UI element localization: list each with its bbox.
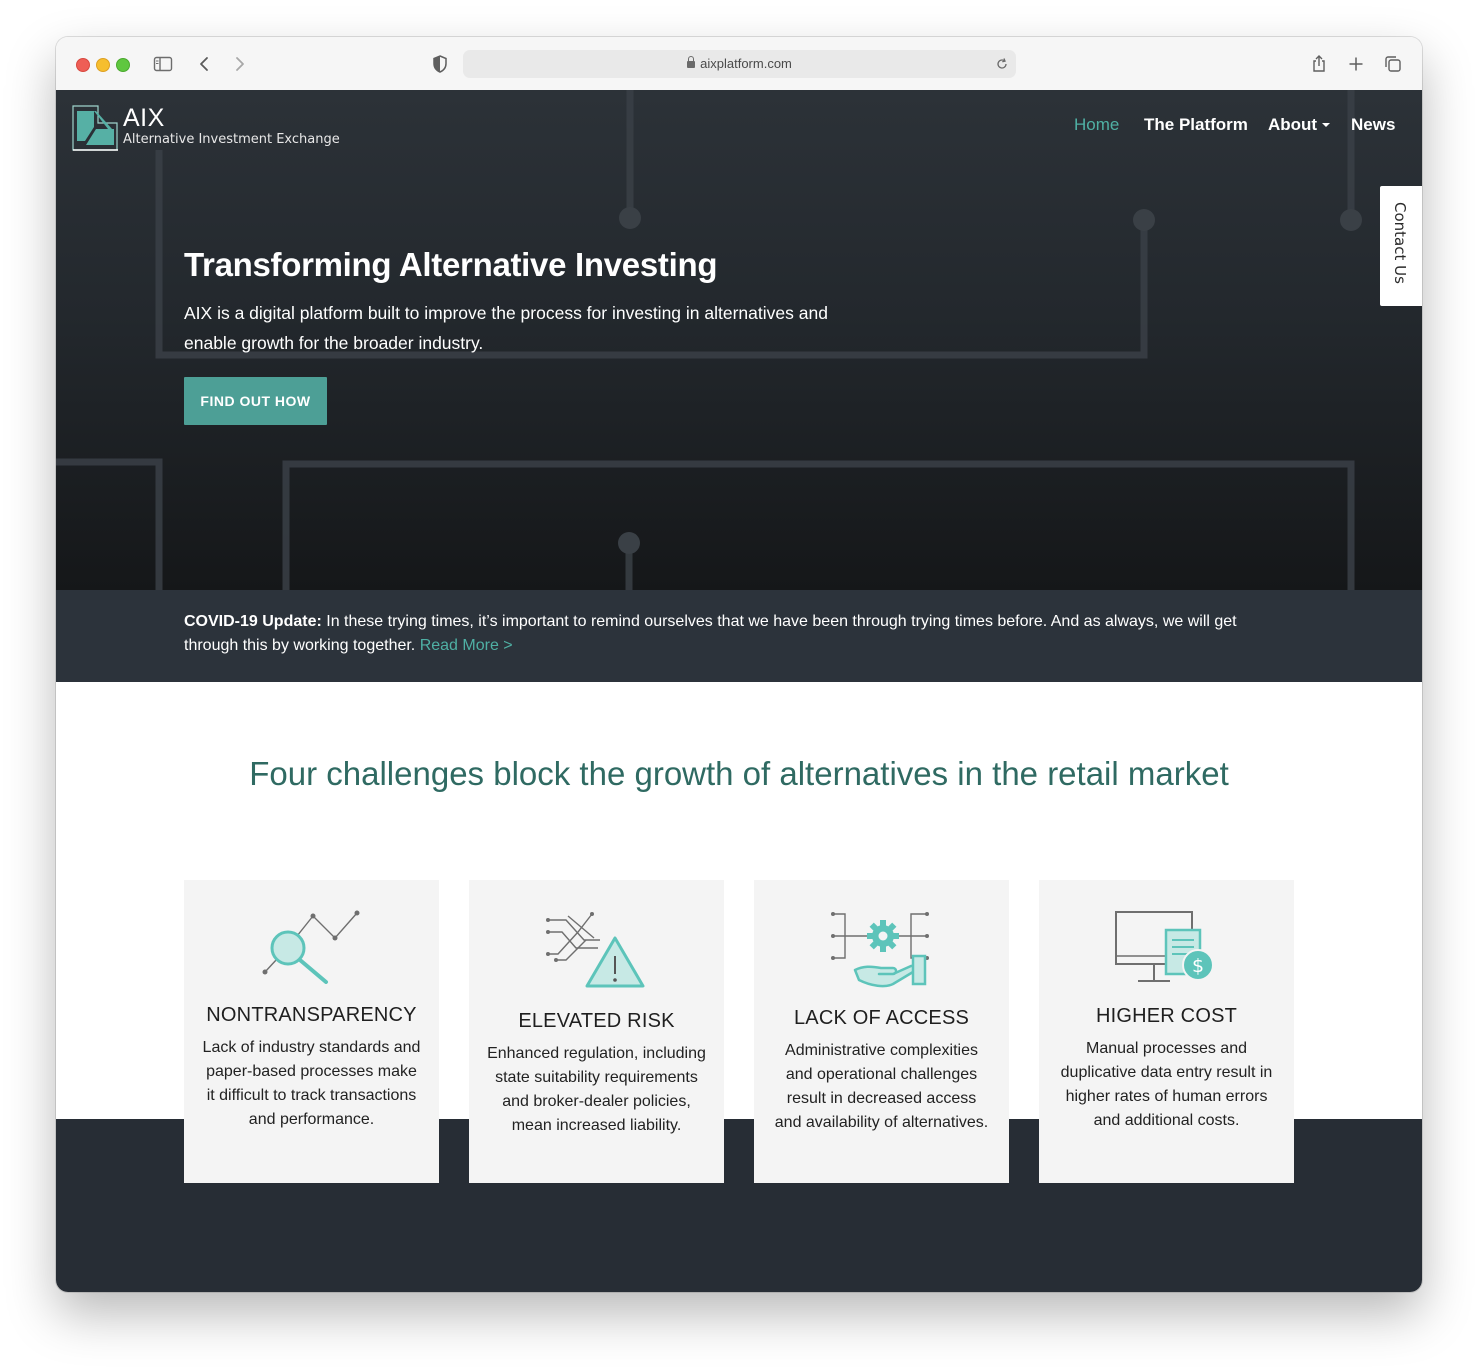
card-text: Lack of industry standards and paper-bas…: [202, 1039, 421, 1128]
close-window-button[interactable]: [76, 58, 90, 72]
logo-title[interactable]: AIX: [123, 104, 165, 133]
nav-home[interactable]: Home: [1074, 115, 1119, 135]
privacy-shield-icon[interactable]: [429, 53, 451, 75]
new-tab-icon[interactable]: [1345, 53, 1367, 75]
svg-text:$: $: [1191, 955, 1203, 977]
challenge-card-nontransparency: NONTRANSPARENCY Lack of industry standar…: [184, 880, 439, 1183]
card-title: ELEVATED RISK: [518, 1010, 675, 1032]
hero-section: AIX Alternative Investment Exchange Home…: [56, 90, 1422, 590]
sidebar-toggle-icon[interactable]: [152, 53, 174, 75]
covid-update-text: COVID-19 Update: In these trying times, …: [184, 610, 1274, 658]
lock-icon: [687, 56, 696, 68]
minimize-window-button[interactable]: [96, 58, 110, 72]
logo-subtitle: Alternative Investment Exchange: [123, 132, 340, 147]
covid-message: In these trying times, it’s important to…: [184, 613, 1237, 654]
nav-about-label: About: [1268, 115, 1318, 134]
card-text: Administrative complexities and operatio…: [774, 1042, 989, 1131]
forward-icon[interactable]: [228, 53, 250, 75]
nav-news[interactable]: News: [1351, 115, 1395, 135]
hero-title: Transforming Alternative Investing: [184, 246, 718, 283]
covid-update-bar: COVID-19 Update: In these trying times, …: [56, 590, 1422, 682]
aix-logo-icon[interactable]: [72, 105, 118, 151]
card-title: LACK OF ACCESS: [793, 1007, 970, 1029]
caret-down-icon: [1322, 123, 1331, 127]
challenges-heading: Four challenges block the growth of alte…: [249, 755, 1229, 792]
covid-label: COVID-19 Update:: [184, 613, 322, 630]
browser-window: aixplatform.com AIX Alternative Investme…: [56, 37, 1422, 1292]
card-text: Enhanced regulation, including state sui…: [487, 1045, 706, 1134]
hero-description: AIX is a digital platform built to impro…: [184, 303, 828, 353]
gear-hand-icon: [830, 912, 929, 988]
back-icon[interactable]: [194, 53, 216, 75]
challenge-card-higher-cost: $ HIGHER COST Manual processes and dupli…: [1039, 880, 1294, 1183]
card-title: HIGHER COST: [1095, 1005, 1238, 1027]
card-title: NONTRANSPARENCY: [206, 1004, 417, 1026]
find-out-how-button[interactable]: FIND OUT HOW: [184, 377, 327, 425]
monitor-dollar-icon: $: [1114, 911, 1214, 982]
contact-us-label: Contact Us: [1391, 202, 1409, 284]
card-text: Manual processes and duplicative data en…: [1060, 1040, 1273, 1129]
contact-us-tab[interactable]: Contact Us: [1380, 186, 1422, 306]
nav-about[interactable]: About: [1268, 115, 1331, 135]
tab-overview-icon[interactable]: [1382, 53, 1404, 75]
read-more-link[interactable]: Read More >: [420, 637, 513, 654]
browser-toolbar: aixplatform.com: [56, 37, 1422, 91]
magnifier-chart-icon: [262, 910, 359, 984]
maximize-window-button[interactable]: [116, 58, 130, 72]
url-text: aixplatform.com: [700, 56, 792, 71]
share-icon[interactable]: [1308, 53, 1330, 75]
nav-the-platform[interactable]: The Platform: [1144, 115, 1248, 135]
reload-icon[interactable]: [994, 56, 1010, 72]
address-bar[interactable]: aixplatform.com: [463, 50, 1016, 78]
challenge-card-elevated-risk: ELEVATED RISK Enhanced regulation, inclu…: [469, 880, 724, 1183]
challenge-card-lack-of-access: LACK OF ACCESS Administrative complexiti…: [754, 880, 1009, 1183]
warning-network-icon: [545, 912, 644, 988]
